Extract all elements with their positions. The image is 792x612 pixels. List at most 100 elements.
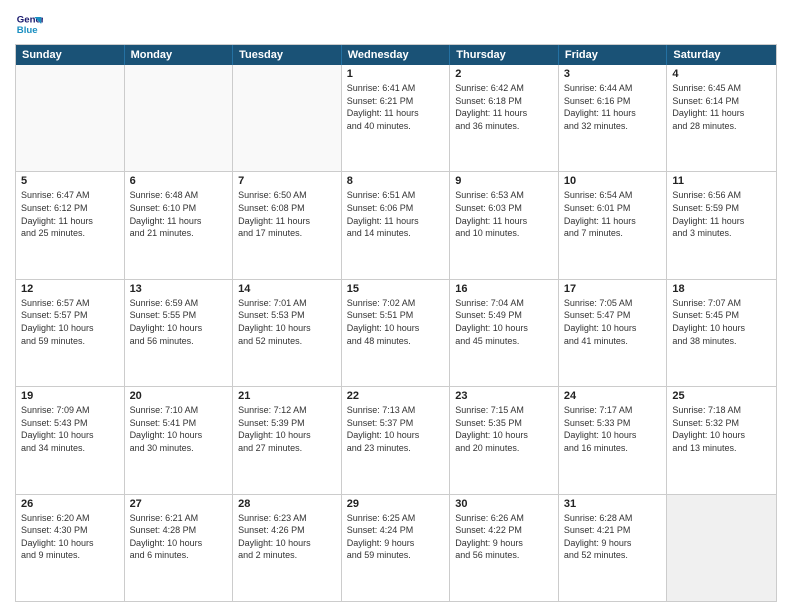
day-info: Sunrise: 6:26 AM Sunset: 4:22 PM Dayligh… (455, 512, 553, 562)
day-number: 6 (130, 175, 228, 187)
day-cell: 4Sunrise: 6:45 AM Sunset: 6:14 PM Daylig… (667, 65, 776, 171)
day-cell: 31Sunrise: 6:28 AM Sunset: 4:21 PM Dayli… (559, 495, 668, 601)
day-cell: 22 Sunrise: 7:13 AM Sunset: 5:37 PM Dayli… (342, 387, 451, 493)
day-number: 19 (21, 390, 119, 402)
day-number: 30 (455, 498, 553, 510)
day-info: Sunrise: 6:28 AM Sunset: 4:21 PM Dayligh… (564, 512, 662, 562)
day-number: 23 (455, 390, 553, 402)
day-info: Sunrise: 7:05 AM Sunset: 5:47 PM Dayligh… (564, 297, 662, 347)
day-cell: 17 Sunrise: 7:05 AM Sunset: 5:47 PM Dayli… (559, 280, 668, 386)
day-info: Sunrise: 6:57 AM Sunset: 5:57 PM Dayligh… (21, 297, 119, 347)
day-number: 3 (564, 68, 662, 80)
day-number: 16 (455, 283, 553, 295)
day-info: Sunrise: 7:09 AM Sunset: 5:43 PM Dayligh… (21, 404, 119, 454)
day-cell (125, 65, 234, 171)
day-number: 2 (455, 68, 553, 80)
day-info: Sunrise: 6:48 AM Sunset: 6:10 PM Dayligh… (130, 189, 228, 239)
day-info: Sunrise: 6:25 AM Sunset: 4:24 PM Dayligh… (347, 512, 445, 562)
day-cell: 2 Sunrise: 6:42 AM Sunset: 6:18 PM Daylig… (450, 65, 559, 171)
day-number: 1 (347, 68, 445, 80)
day-cell: 29 Sunrise: 6:25 AM Sunset: 4:24 PM Dayli… (342, 495, 451, 601)
day-number: 15 (347, 283, 445, 295)
day-info: Sunrise: 6:54 AM Sunset: 6:01 PM Dayligh… (564, 189, 662, 239)
day-header-thursday: Thursday (450, 45, 559, 65)
week-row-1: 1 Sunrise: 6:41 AM Sunset: 6:21 PM Daylig… (16, 65, 776, 172)
day-info: Sunrise: 7:13 AM Sunset: 5:37 PM Dayligh… (347, 404, 445, 454)
week-row-4: 19 Sunrise: 7:09 AM Sunset: 5:43 PM Dayli… (16, 387, 776, 494)
day-number: 28 (238, 498, 336, 510)
day-number: 13 (130, 283, 228, 295)
day-cell: 21Sunrise: 7:12 AM Sunset: 5:39 PM Dayli… (233, 387, 342, 493)
svg-text:Blue: Blue (17, 25, 38, 36)
day-cell: 6 Sunrise: 6:48 AM Sunset: 6:10 PM Daylig… (125, 172, 234, 278)
day-header-friday: Friday (559, 45, 668, 65)
day-cell: 28 Sunrise: 6:23 AM Sunset: 4:26 PM Dayli… (233, 495, 342, 601)
day-info: Sunrise: 7:15 AM Sunset: 5:35 PM Dayligh… (455, 404, 553, 454)
day-cell (16, 65, 125, 171)
day-cell: 15 Sunrise: 7:02 AM Sunset: 5:51 PM Dayli… (342, 280, 451, 386)
day-info: Sunrise: 7:07 AM Sunset: 5:45 PM Dayligh… (672, 297, 771, 347)
day-number: 9 (455, 175, 553, 187)
day-info: Sunrise: 7:02 AM Sunset: 5:51 PM Dayligh… (347, 297, 445, 347)
day-info: Sunrise: 6:21 AM Sunset: 4:28 PM Dayligh… (130, 512, 228, 562)
day-info: Sunrise: 7:01 AM Sunset: 5:53 PM Dayligh… (238, 297, 336, 347)
day-number: 14 (238, 283, 336, 295)
day-header-monday: Monday (125, 45, 234, 65)
week-row-5: 26Sunrise: 6:20 AM Sunset: 4:30 PM Dayli… (16, 495, 776, 601)
day-info: Sunrise: 6:44 AM Sunset: 6:16 PM Dayligh… (564, 82, 662, 132)
calendar-page: General Blue SundayMondayTuesdayWednesda… (0, 0, 792, 612)
day-info: Sunrise: 6:56 AM Sunset: 5:59 PM Dayligh… (672, 189, 771, 239)
day-number: 29 (347, 498, 445, 510)
day-number: 8 (347, 175, 445, 187)
day-info: Sunrise: 6:53 AM Sunset: 6:03 PM Dayligh… (455, 189, 553, 239)
day-number: 22 (347, 390, 445, 402)
day-cell (667, 495, 776, 601)
day-info: Sunrise: 6:59 AM Sunset: 5:55 PM Dayligh… (130, 297, 228, 347)
day-info: Sunrise: 6:50 AM Sunset: 6:08 PM Dayligh… (238, 189, 336, 239)
day-info: Sunrise: 7:04 AM Sunset: 5:49 PM Dayligh… (455, 297, 553, 347)
day-cell: 7 Sunrise: 6:50 AM Sunset: 6:08 PM Daylig… (233, 172, 342, 278)
day-number: 7 (238, 175, 336, 187)
day-cell: 24Sunrise: 7:17 AM Sunset: 5:33 PM Dayli… (559, 387, 668, 493)
day-cell (233, 65, 342, 171)
day-number: 20 (130, 390, 228, 402)
day-info: Sunrise: 6:41 AM Sunset: 6:21 PM Dayligh… (347, 82, 445, 132)
day-info: Sunrise: 6:45 AM Sunset: 6:14 PM Dayligh… (672, 82, 771, 132)
day-number: 25 (672, 390, 771, 402)
week-row-2: 5Sunrise: 6:47 AM Sunset: 6:12 PM Daylig… (16, 172, 776, 279)
logo-icon: General Blue (15, 10, 43, 38)
day-header-wednesday: Wednesday (342, 45, 451, 65)
day-cell: 10Sunrise: 6:54 AM Sunset: 6:01 PM Dayli… (559, 172, 668, 278)
day-info: Sunrise: 6:42 AM Sunset: 6:18 PM Dayligh… (455, 82, 553, 132)
day-cell: 30 Sunrise: 6:26 AM Sunset: 4:22 PM Dayli… (450, 495, 559, 601)
day-cell: 13 Sunrise: 6:59 AM Sunset: 5:55 PM Dayli… (125, 280, 234, 386)
day-cell: 25 Sunrise: 7:18 AM Sunset: 5:32 PM Dayli… (667, 387, 776, 493)
day-info: Sunrise: 7:18 AM Sunset: 5:32 PM Dayligh… (672, 404, 771, 454)
day-header-saturday: Saturday (667, 45, 776, 65)
day-cell: 9 Sunrise: 6:53 AM Sunset: 6:03 PM Daylig… (450, 172, 559, 278)
day-cell: 14 Sunrise: 7:01 AM Sunset: 5:53 PM Dayli… (233, 280, 342, 386)
day-cell: 1 Sunrise: 6:41 AM Sunset: 6:21 PM Daylig… (342, 65, 451, 171)
week-row-3: 12 Sunrise: 6:57 AM Sunset: 5:57 PM Dayli… (16, 280, 776, 387)
calendar: SundayMondayTuesdayWednesdayThursdayFrid… (15, 44, 777, 602)
day-info: Sunrise: 6:20 AM Sunset: 4:30 PM Dayligh… (21, 512, 119, 562)
day-header-sunday: Sunday (16, 45, 125, 65)
day-cell: 12 Sunrise: 6:57 AM Sunset: 5:57 PM Dayli… (16, 280, 125, 386)
day-cell: 16 Sunrise: 7:04 AM Sunset: 5:49 PM Dayli… (450, 280, 559, 386)
day-info: Sunrise: 6:23 AM Sunset: 4:26 PM Dayligh… (238, 512, 336, 562)
day-info: Sunrise: 7:10 AM Sunset: 5:41 PM Dayligh… (130, 404, 228, 454)
day-info: Sunrise: 6:51 AM Sunset: 6:06 PM Dayligh… (347, 189, 445, 239)
day-cell: 8 Sunrise: 6:51 AM Sunset: 6:06 PM Daylig… (342, 172, 451, 278)
day-cell: 27Sunrise: 6:21 AM Sunset: 4:28 PM Dayli… (125, 495, 234, 601)
day-cell: 5Sunrise: 6:47 AM Sunset: 6:12 PM Daylig… (16, 172, 125, 278)
day-number: 21 (238, 390, 336, 402)
day-number: 17 (564, 283, 662, 295)
day-number: 12 (21, 283, 119, 295)
day-cell: 20 Sunrise: 7:10 AM Sunset: 5:41 PM Dayli… (125, 387, 234, 493)
day-number: 11 (672, 175, 771, 187)
day-number: 5 (21, 175, 119, 187)
day-cell: 11 Sunrise: 6:56 AM Sunset: 5:59 PM Dayli… (667, 172, 776, 278)
day-cell: 26Sunrise: 6:20 AM Sunset: 4:30 PM Dayli… (16, 495, 125, 601)
header: General Blue (15, 10, 777, 38)
day-number: 18 (672, 283, 771, 295)
